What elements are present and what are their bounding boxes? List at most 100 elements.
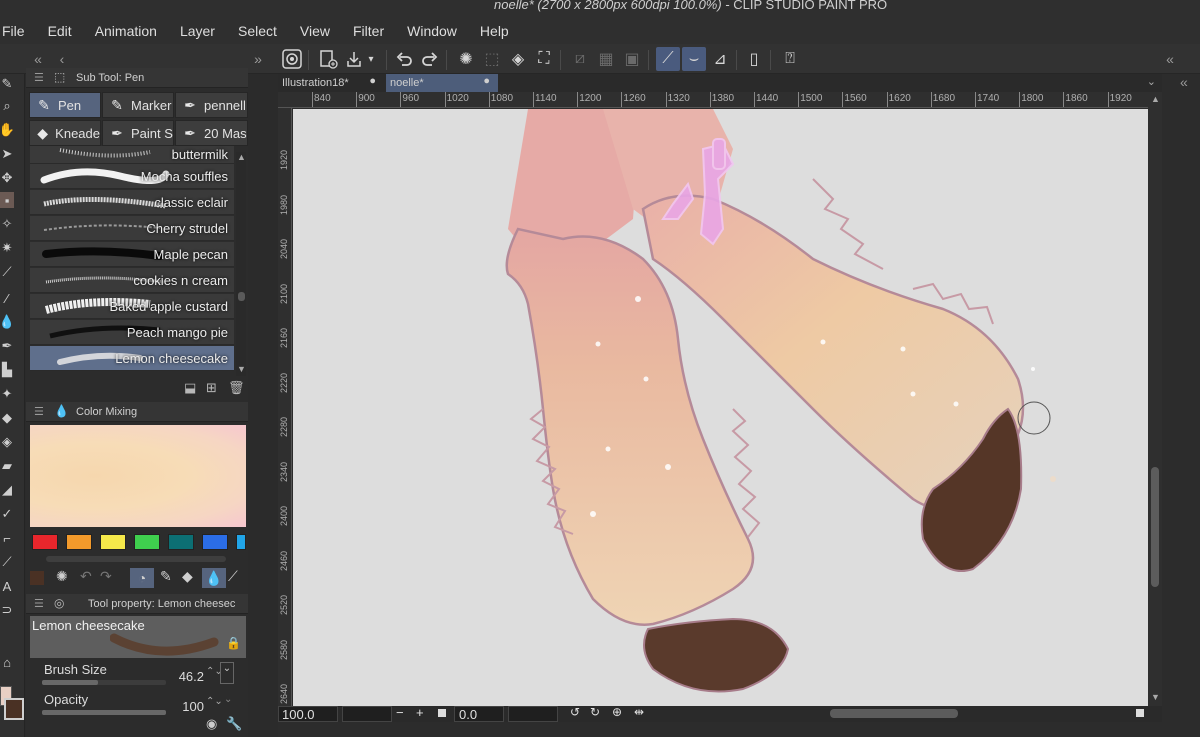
palette-swatch-yellow[interactable] <box>100 534 126 550</box>
show-selection-icon[interactable]: ▦ <box>594 47 618 71</box>
help-icon[interactable]: ⍰ <box>778 47 802 71</box>
palette-swatch-orange[interactable] <box>66 534 92 550</box>
decoration-tool-icon[interactable]: ▙ <box>0 362 14 378</box>
scroll-up-icon[interactable]: ▲ <box>1151 94 1160 104</box>
selection-tool-icon[interactable]: ▪ <box>0 192 14 208</box>
menu-layer[interactable]: Layer <box>168 23 226 39</box>
close-tab-icon[interactable]: ● <box>483 75 490 87</box>
scrollbar-thumb[interactable] <box>238 292 245 301</box>
menu-icon[interactable]: ☰ <box>34 405 44 418</box>
brush-item-cookies-n-cream[interactable]: cookies n cream <box>30 268 234 293</box>
rotate-right-icon[interactable]: ↻ <box>590 705 600 719</box>
brush-tool-icon[interactable]: ⁄ <box>0 290 14 306</box>
collapse-mid-icon[interactable]: » <box>246 47 270 71</box>
palette-swatch-red[interactable] <box>32 534 58 550</box>
text-tool-icon[interactable]: ✓ <box>0 506 14 522</box>
subtool-tab-20mas[interactable]: ✒ 20 Mas <box>175 120 248 146</box>
fill-tool-icon[interactable]: ◈ <box>0 434 14 450</box>
palette-swatch-lightblue[interactable] <box>236 534 246 550</box>
loading-icon[interactable]: ✺ <box>454 47 478 71</box>
gradient-tool-icon[interactable]: ▰ <box>0 458 14 474</box>
brush-item-mocha-souffles[interactable]: Mocha souffles <box>30 164 234 189</box>
undo-icon[interactable] <box>392 47 416 71</box>
rotation-field[interactable]: 0.0 <box>454 706 504 722</box>
blend-brush-icon[interactable]: ✎ <box>160 568 172 590</box>
redo-icon[interactable] <box>418 47 442 71</box>
canvas-horizontal-scrollbar[interactable] <box>830 709 958 718</box>
doc-tab-illustration18[interactable]: Illustration18* ● <box>278 74 384 92</box>
ruler-tool-icon[interactable]: ⟋ <box>0 554 14 570</box>
palette-swatch-green[interactable] <box>134 534 160 550</box>
pen-tool-icon[interactable]: ✎ <box>0 76 14 92</box>
scrollbar-thumb[interactable] <box>1151 467 1159 587</box>
decoration-sparkle-icon[interactable]: ✦ <box>0 386 14 402</box>
subtool-tab-kneaded[interactable]: ◆ Kneade <box>29 120 101 146</box>
wand-tool-icon[interactable]: ✷ <box>0 240 14 256</box>
clear-selection-icon[interactable]: ⬚ <box>480 47 504 71</box>
scroll-down-icon[interactable]: ▼ <box>1151 692 1160 702</box>
add-subtool-icon[interactable]: ⊞ <box>206 380 217 396</box>
flip-icon[interactable]: ⇹ <box>634 705 644 719</box>
scroll-down-icon[interactable]: ▼ <box>237 364 246 374</box>
operation-tool-icon[interactable]: ➤ <box>0 146 14 162</box>
brush-item-buttermilk[interactable]: buttermilk <box>30 146 234 164</box>
menu-icon[interactable]: ☰ <box>34 597 44 610</box>
redo-icon[interactable]: ↷ <box>100 568 112 590</box>
transform-icon[interactable]: ⛶ <box>532 47 556 71</box>
collapse-icon[interactable]: « <box>1180 74 1188 90</box>
subtool-tab-marker[interactable]: ✎ Marker <box>102 92 174 118</box>
selection-frame-icon[interactable]: ▣ <box>620 47 644 71</box>
hand-tool-icon[interactable]: ✋ <box>0 122 15 138</box>
menu-edit[interactable]: Edit <box>36 23 83 39</box>
hide-selection-icon[interactable]: ⧄ <box>568 47 592 71</box>
navigator-button[interactable] <box>1136 709 1144 717</box>
mix-mode-icon[interactable]: ◔ <box>130 568 154 588</box>
menu-help[interactable]: Help <box>468 23 520 39</box>
eraser-icon[interactable]: ◆ <box>182 568 193 590</box>
menu-window[interactable]: Window <box>395 23 468 39</box>
zoom-field[interactable]: 100.0 <box>278 706 338 722</box>
current-color-swatch[interactable] <box>30 571 44 585</box>
brush-size-slider[interactable] <box>42 680 166 685</box>
brush-item-classic-eclair[interactable]: classic eclair <box>30 190 234 215</box>
doc-tab-noelle[interactable]: noelle* ● <box>386 74 498 92</box>
subtool-tab-paint[interactable]: ✒ Paint S <box>102 120 174 146</box>
eyedropper-tool-icon[interactable]: ⟋ <box>0 264 14 280</box>
subtool-tab-pen[interactable]: ✎ Pen <box>29 92 101 118</box>
snap-ruler-icon[interactable]: ⟋ <box>656 47 680 71</box>
blend-tool-icon[interactable]: 💧 <box>0 314 15 330</box>
fill-icon[interactable]: ◈ <box>506 47 530 71</box>
close-tab-icon[interactable]: ● <box>369 75 376 87</box>
snap-grid-icon[interactable]: ⊿ <box>708 47 732 71</box>
undo-icon[interactable]: ↶ <box>80 568 92 590</box>
menu-select[interactable]: Select <box>226 23 288 39</box>
rotation-preset-field[interactable] <box>508 706 558 722</box>
opacity-slider[interactable] <box>42 710 166 715</box>
menu-icon[interactable]: ☰ <box>34 71 44 84</box>
palette-swatch-blue[interactable] <box>202 534 228 550</box>
smartphone-icon[interactable]: ▯ <box>742 47 766 71</box>
auto-select-tool-icon[interactable]: ✧ <box>0 216 14 232</box>
zoom-out-button[interactable]: − <box>396 705 404 720</box>
brush-item-cherry-strudel[interactable]: Cherry strudel <box>30 216 234 241</box>
opacity-row[interactable]: Opacity 100 ⌃⌄ ⌄ <box>30 692 246 718</box>
brush-item-peach-mango-pie[interactable]: Peach mango pie <box>30 320 234 345</box>
airbrush-tool-icon[interactable]: ✒ <box>0 338 14 354</box>
brush-item-baked-apple-custard[interactable]: Baked apple custard <box>30 294 234 319</box>
new-file-icon[interactable] <box>316 47 340 71</box>
zoom-in-button[interactable]: + <box>416 705 424 720</box>
collapse-right-icon[interactable]: « <box>1158 47 1182 71</box>
reset-rotation-icon[interactable]: ⊕ <box>612 705 622 719</box>
delete-subtool-icon[interactable]: 🗑 <box>228 380 245 396</box>
frame-tool-icon[interactable]: ⌐ <box>0 530 14 546</box>
rotate-left-icon[interactable]: ↺ <box>570 705 580 719</box>
brush-item-maple-pecan[interactable]: Maple pecan <box>30 242 234 267</box>
menu-filter[interactable]: Filter <box>341 23 395 39</box>
move-tool-icon[interactable]: ✥ <box>0 170 14 186</box>
balloon-tool-icon[interactable]: A <box>0 578 14 594</box>
chevron-down-icon[interactable]: ⌄ <box>1147 75 1156 88</box>
loading-icon[interactable]: ✺ <box>56 568 68 590</box>
brush-size-row[interactable]: Brush Size 46.2 ⌃⌄ ⌄ <box>30 662 246 688</box>
brush-item-lemon-cheesecake[interactable]: Lemon cheesecake <box>30 346 234 371</box>
zoom-tool-icon[interactable]: ⌕ <box>0 98 14 114</box>
